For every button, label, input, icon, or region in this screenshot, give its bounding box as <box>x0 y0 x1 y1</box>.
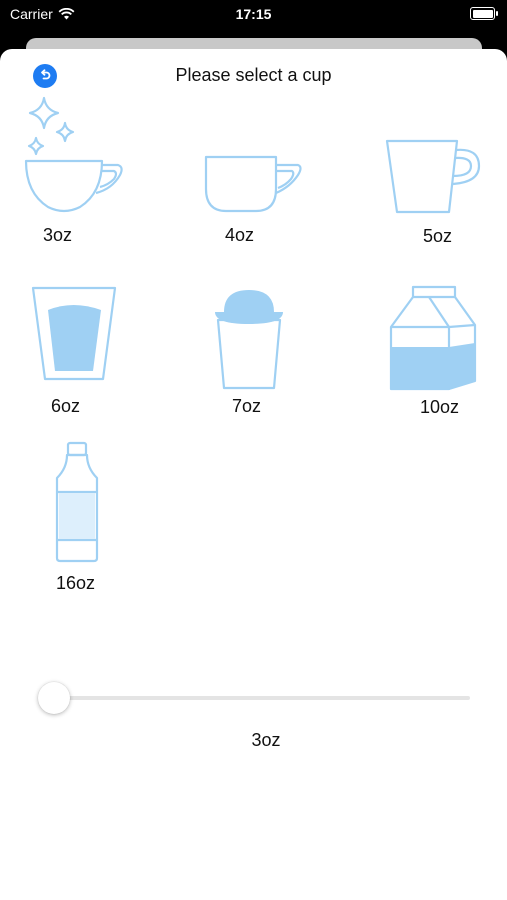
milk-carton-icon <box>389 285 477 391</box>
cup-option-3oz[interactable] <box>20 95 126 215</box>
cup-label-4oz: 4oz <box>225 225 255 245</box>
battery-icon <box>470 7 498 20</box>
cup-label-10oz: 10oz <box>420 397 460 417</box>
cup-size-slider[interactable] <box>38 681 470 715</box>
glass-icon <box>31 286 117 381</box>
cup-label-5oz: 5oz <box>423 226 453 246</box>
cup-label-16oz: 16oz <box>56 573 96 593</box>
slider-value-label: 3oz <box>251 730 281 750</box>
cup-option-4oz[interactable] <box>202 153 304 215</box>
cup-label-3oz: 3oz <box>43 225 73 245</box>
coffee-cup-icon <box>204 155 302 213</box>
cup-selection-sheet: Please select a cup 3oz 4oz 5oz 6oz 7oz … <box>0 49 507 900</box>
cup-option-5oz[interactable] <box>383 138 483 216</box>
cup-label-6oz: 6oz <box>51 396 81 416</box>
bottle-icon <box>55 441 99 563</box>
cup-option-16oz[interactable] <box>53 440 101 564</box>
page-title: Please select a cup <box>175 65 332 85</box>
teacup-sparkle-icon <box>24 96 123 213</box>
cup-option-7oz[interactable] <box>212 288 286 392</box>
mug-icon <box>385 139 481 214</box>
status-bar: Carrier 17:15 <box>0 0 507 30</box>
cup-label-7oz: 7oz <box>232 396 262 416</box>
lidded-cup-icon <box>215 290 283 390</box>
slider-thumb[interactable] <box>38 682 70 714</box>
cup-option-10oz[interactable] <box>387 285 479 393</box>
slider-track[interactable] <box>38 696 470 700</box>
clock: 17:15 <box>235 6 272 22</box>
cup-option-6oz[interactable] <box>31 286 117 382</box>
